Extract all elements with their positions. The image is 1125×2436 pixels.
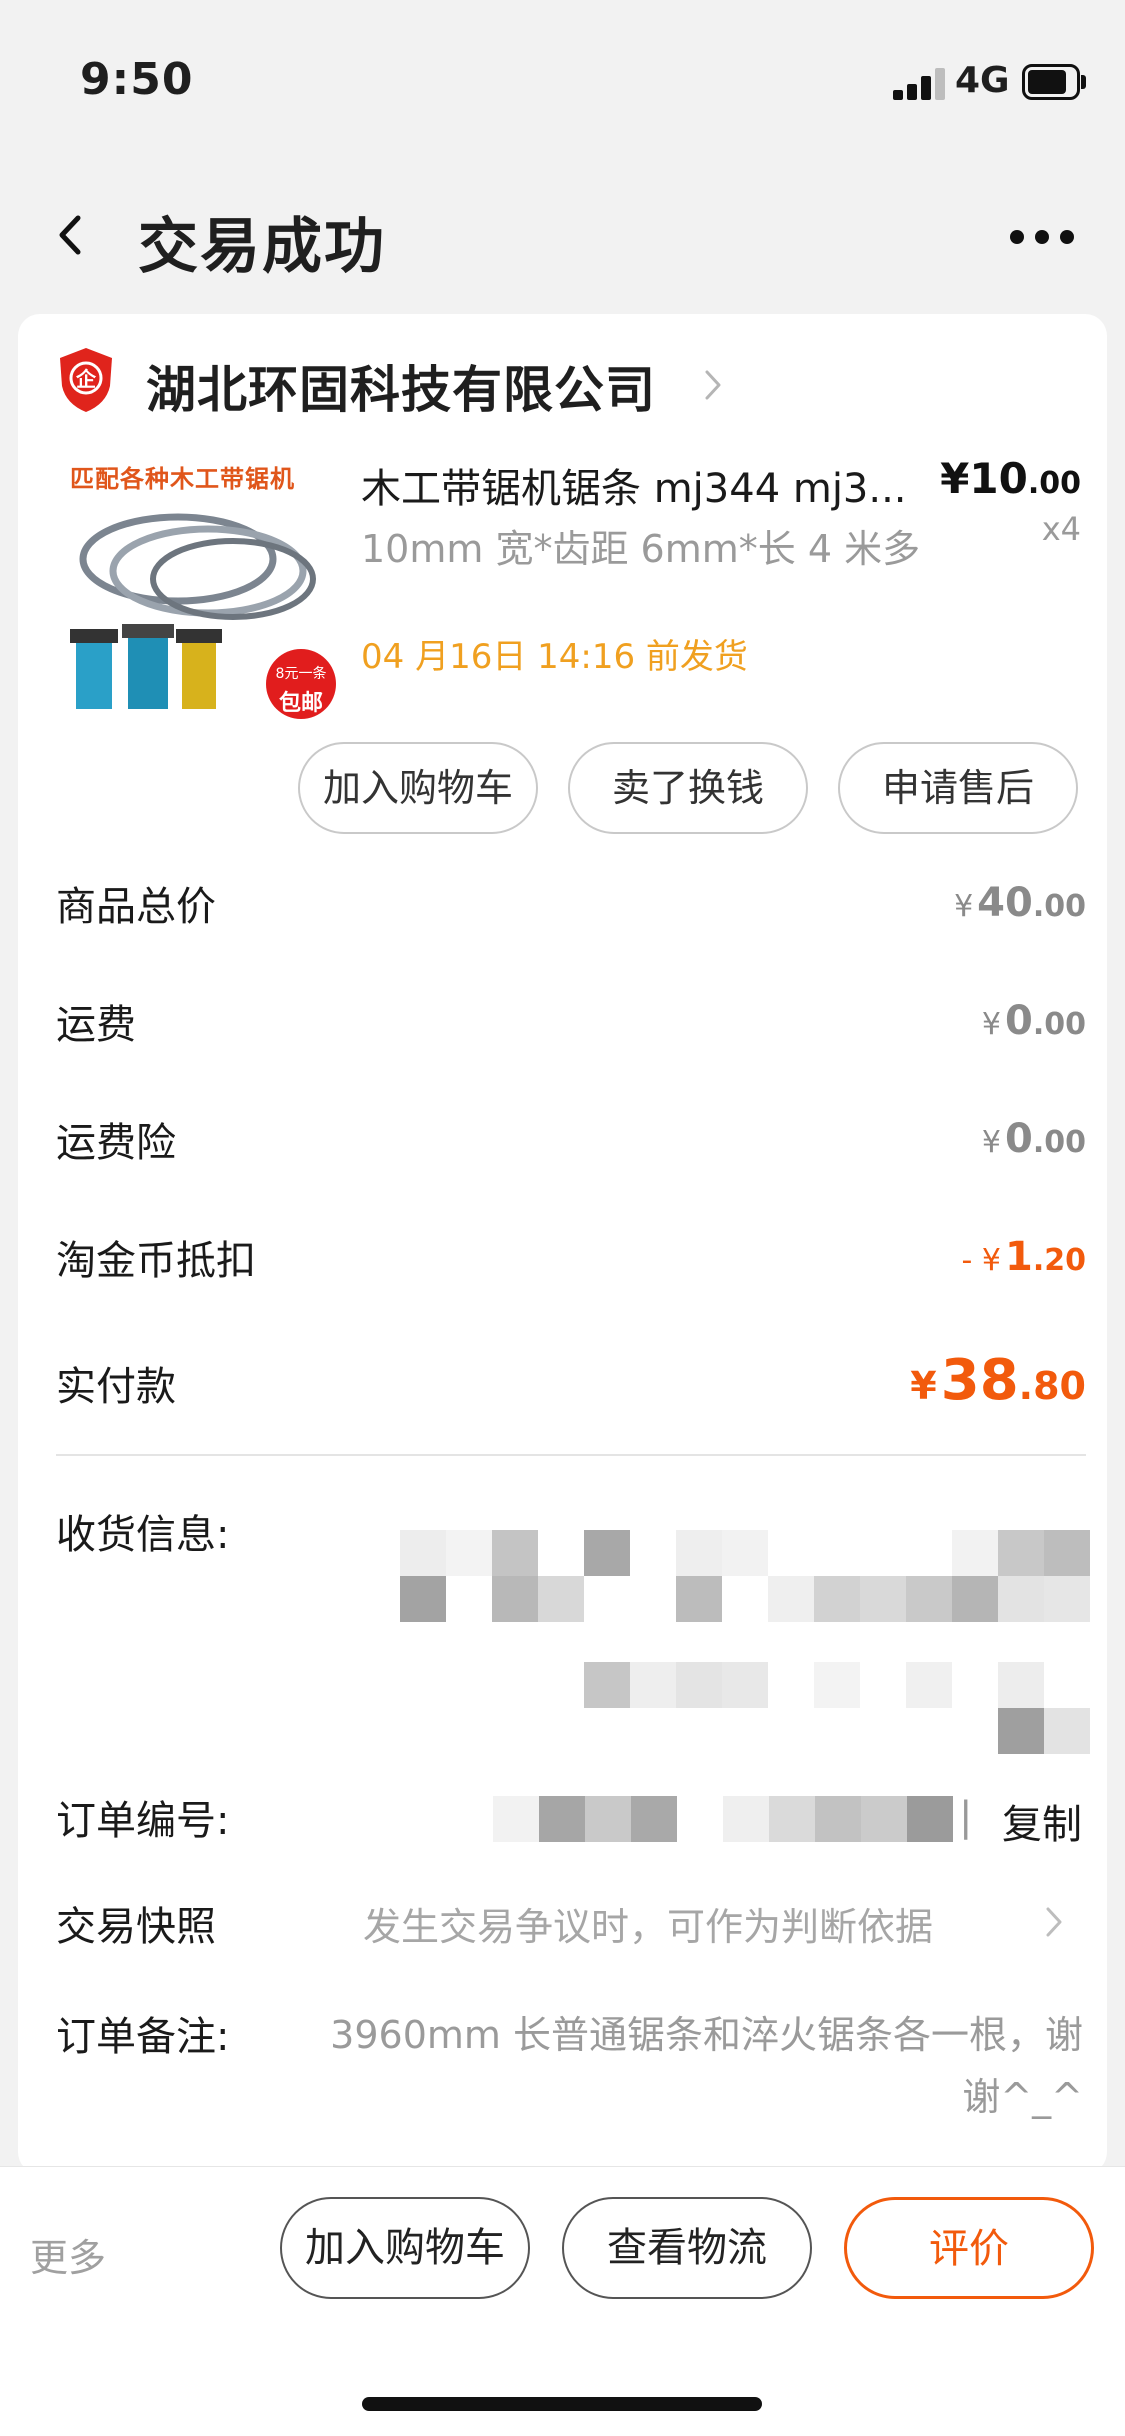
summary-label: 淘金币抵扣 [56,1238,256,1284]
page-title: 交易成功 [138,212,386,282]
address-label: 收货信息: [56,1512,230,1558]
summary-value: ¥0.00 [981,1116,1086,1162]
summary-value: ¥40.00 [954,880,1086,926]
product-spec: 10mm 宽*齿距 6mm*长 4 米多 [361,527,921,571]
divider [56,1454,1086,1456]
review-button[interactable]: 评价 [844,2197,1094,2299]
bottom-action-bar: 更多 加入购物车 查看物流 评价 [0,2166,1125,2436]
more-options-icon[interactable] [1010,230,1074,246]
order-detail-screen: 9:50 4G 交易成功 企 湖北环固科技有限公司 匹配各种木工带锯机 8元一条… [0,0,1125,2436]
snapshot-hint[interactable]: 发生交易争议时，可作为判断依据 [363,1896,933,1951]
status-time: 9:50 [80,54,194,105]
summary-row-shipping-insurance: 运费险 ¥0.00 [56,1110,1086,1180]
remark-label: 订单备注: [56,2014,230,2060]
add-to-cart-button[interactable]: 加入购物车 [298,742,538,834]
back-arrow-icon[interactable] [50,210,90,260]
order-number-label: 订单编号: [56,1798,230,1844]
address-redacted-mosaic [400,1530,1100,1754]
snapshot-label[interactable]: 交易快照 [56,1894,216,1952]
copy-separator: | [959,1794,973,1840]
resell-button[interactable]: 卖了换钱 [568,742,808,834]
battery-icon [1022,64,1086,100]
order-card: 企 湖北环固科技有限公司 匹配各种木工带锯机 8元一条 包邮 木工带锯机锯条 m… [18,314,1107,2174]
status-bar: 9:50 4G [0,0,1125,130]
ship-deadline: 04 月16日 14:16 前发货 [361,637,748,677]
summary-value: - ¥1.20 [961,1234,1086,1280]
summary-value: ¥0.00 [981,998,1086,1044]
paid-amount: ¥38.80 [910,1348,1086,1413]
view-logistics-button[interactable]: 查看物流 [562,2197,812,2299]
summary-row-goods-total: 商品总价 ¥40.00 [56,874,1086,944]
summary-row-paid: 实付款 ¥38.80 [56,1348,1086,1444]
summary-label: 商品总价 [56,884,216,930]
summary-label: 实付款 [56,1364,176,1410]
summary-label: 运费险 [56,1120,176,1166]
chevron-right-icon[interactable] [1043,1904,1065,1940]
nav-bar: 交易成功 [0,180,1125,290]
quantity: x4 [1041,510,1081,548]
home-indicator [362,2397,762,2411]
summary-row-shipping: 运费 ¥0.00 [56,992,1086,1062]
unit-price: ¥10.00 [940,454,1081,503]
summary-row-coin-discount: 淘金币抵扣 - ¥1.20 [56,1228,1086,1298]
shop-row[interactable]: 企 湖北环固科技有限公司 [56,336,1056,426]
product-thumbnail[interactable]: 匹配各种木工带锯机 8元一条 包邮 [58,449,338,729]
more-link[interactable]: 更多 [30,2227,106,2282]
after-sales-button[interactable]: 申请售后 [838,742,1078,834]
copy-order-number-button[interactable]: 复制 [1002,1792,1082,1850]
network-type: 4G [955,60,1010,101]
enterprise-shield-icon: 企 [60,348,112,412]
summary-label: 运费 [56,1002,136,1048]
cellular-signal-icon [893,68,945,100]
shop-name: 湖北环固科技有限公司 [146,361,656,419]
svg-text:企: 企 [75,367,97,391]
order-number-redacted-mosaic [493,1796,953,1844]
chevron-right-icon [705,370,721,400]
remark-text: 3960mm 长普通锯条和淬火锯条各一根，谢谢^_^ [330,2013,1083,2119]
free-shipping-badge: 8元一条 包邮 [266,649,336,719]
product-title[interactable]: 木工带锯机锯条 mj344 mj3... [361,456,921,514]
bottom-add-to-cart-button[interactable]: 加入购物车 [280,2197,530,2299]
